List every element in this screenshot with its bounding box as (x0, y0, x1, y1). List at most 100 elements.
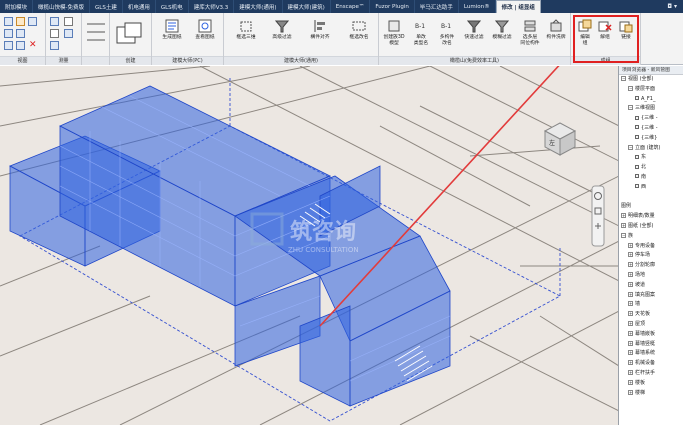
measure-tool-icon[interactable] (64, 29, 73, 38)
align-elements-button[interactable]: 構件对齐 (304, 18, 336, 41)
measure-tool-icon[interactable] (50, 17, 59, 26)
ribbon-tab[interactable]: 附加模块 (0, 0, 34, 13)
expand-icon[interactable]: + (628, 369, 633, 375)
browser-tree-item[interactable]: + 幕墙嵌板 (619, 330, 683, 340)
browser-tree-item[interactable]: + 坡道 (619, 281, 683, 291)
measure-tool-icon[interactable] (64, 17, 73, 26)
view-tool-icon[interactable] (16, 41, 25, 50)
ribbon-tab[interactable]: 建模大师(通用) (234, 0, 283, 13)
expand-icon[interactable]: + (628, 379, 633, 385)
box-select-3d-button[interactable]: 框选三维 (230, 18, 262, 41)
3d-viewport[interactable]: 左 筑咨询 ZHU CONSULTATION (0, 66, 619, 425)
measure-tool-icon[interactable] (50, 41, 59, 50)
ribbon-tab[interactable]: 橄榄山快模-免费版 (33, 0, 91, 13)
browser-tree-item[interactable]: + 幕墙系统 (619, 349, 683, 359)
expand-icon[interactable]: + (628, 262, 633, 268)
rename-type-button[interactable]: B-1 单改 类型名 (409, 18, 433, 47)
collapse-icon[interactable]: − (628, 105, 633, 111)
browser-tree-item[interactable]: {三维 - (619, 114, 683, 124)
ribbon-tab[interactable]: GLS土建 (90, 0, 123, 13)
box-rename-button[interactable]: 框选改名 (342, 18, 376, 41)
view-tool-icon[interactable] (16, 29, 25, 38)
ribbon-tab[interactable]: GLS机电 (156, 0, 189, 13)
ribbon-tab[interactable]: 修改 | 组显组 (495, 0, 541, 13)
ribbon-tab[interactable]: 建模大师(建筑) (283, 0, 331, 13)
expand-icon[interactable]: + (628, 311, 633, 317)
browser-tree-item[interactable]: + 停车场 (619, 251, 683, 261)
browser-tree-item[interactable]: + 专用设备 (619, 242, 683, 252)
ribbon-tab[interactable]: 毕马汇达助手 (415, 0, 459, 13)
ribbon-tab[interactable]: Enscape™ (331, 0, 371, 13)
expand-icon[interactable]: + (628, 320, 633, 326)
browser-tree-item[interactable]: − 视图 (全部) (619, 75, 683, 85)
ribbon-tab[interactable]: Fuzor Plugin (370, 0, 415, 13)
dimension-icon[interactable] (86, 19, 106, 45)
browser-tree-item[interactable]: + 填充图案 (619, 291, 683, 301)
ribbon-tab[interactable]: Lumion® (459, 0, 496, 13)
advanced-filter-button[interactable]: 高级过滤 (266, 18, 298, 41)
view-tool-icon[interactable] (16, 17, 25, 26)
collapse-icon[interactable]: − (621, 76, 626, 81)
browser-tree-item[interactable]: 北 (619, 163, 683, 173)
expand-icon[interactable]: + (621, 222, 626, 228)
browser-tree-item[interactable]: + 分割轮廓 (619, 261, 683, 271)
browser-tree-item[interactable]: 东 (619, 153, 683, 163)
view-tool-icon[interactable] (4, 41, 13, 50)
expand-icon[interactable]: + (628, 271, 633, 277)
multi-rename-button[interactable]: B-1 多构件 改名 (435, 18, 459, 47)
shuffle-elements-button[interactable]: 构件洗牌 (543, 18, 569, 41)
browser-tree-item[interactable]: + 墙 (619, 300, 683, 310)
browser-tree-item[interactable]: + 楼板 (619, 379, 683, 389)
ribbon-tab[interactable]: 建库大师V3.3 (189, 0, 235, 13)
view-tool-icon[interactable] (28, 17, 37, 26)
browser-tree-item[interactable]: {三维 - (619, 124, 683, 134)
browser-tree-item[interactable]: − 三维视图 (619, 104, 683, 114)
browser-tree-item[interactable]: + 栏杆扶手 (619, 369, 683, 379)
create-group-icon[interactable] (115, 21, 145, 47)
building-model-3d[interactable]: 左 筑咨询 ZHU CONSULTATION (0, 66, 619, 425)
collapse-icon[interactable]: − (628, 144, 633, 150)
select-multi-floor-button[interactable]: 选多层 同位构件 (517, 18, 543, 47)
expand-icon[interactable]: + (628, 281, 633, 287)
ribbon-minimize-icon[interactable]: ◘ ▾ (661, 0, 683, 13)
browser-tree-item[interactable]: + 屋顶 (619, 320, 683, 330)
browser-tree-item[interactable]: {三维} (619, 134, 683, 144)
browser-tree-item[interactable]: − 族 (619, 232, 683, 242)
expand-icon[interactable]: + (628, 242, 633, 248)
browser-tree-item[interactable] (619, 193, 683, 203)
browser-tree-item[interactable]: + 机械设备 (619, 359, 683, 369)
browser-tree-item[interactable]: + 明细表/数量 (619, 212, 683, 222)
browser-tree-item[interactable]: 图例 (619, 202, 683, 212)
fuzzy-filter-button[interactable]: 模糊过滤 (489, 18, 515, 41)
generate-drawing-button[interactable]: 生成图纸 (158, 18, 186, 41)
expand-icon[interactable]: + (628, 389, 633, 395)
browser-tree-item[interactable]: + 场地 (619, 271, 683, 281)
browser-tree-item[interactable]: A_F1_ (619, 95, 683, 105)
view-tool-icon[interactable] (4, 29, 13, 38)
expand-icon[interactable]: + (628, 252, 633, 258)
quick-filter-button[interactable]: 快速过滤 (461, 18, 487, 41)
browser-tree-item[interactable]: − 楼层平面 (619, 85, 683, 95)
collapse-icon[interactable]: − (628, 85, 633, 91)
expand-icon[interactable]: + (628, 340, 633, 346)
expand-icon[interactable]: + (628, 330, 633, 336)
delete-icon[interactable]: ✕ (29, 40, 37, 50)
collapse-icon[interactable]: − (621, 232, 626, 238)
browser-tree-item[interactable]: + 天花板 (619, 310, 683, 320)
create-3d-model-button[interactable]: 创建族3D 模型 (381, 18, 407, 47)
expand-icon[interactable]: + (628, 301, 633, 307)
expand-icon[interactable]: + (628, 291, 633, 297)
expand-icon[interactable]: + (628, 350, 633, 356)
view-drawing-button[interactable]: 查看图纸 (190, 18, 220, 41)
ribbon-tab[interactable]: 机电通用 (123, 0, 156, 13)
browser-tree-item[interactable]: + 楼梯 (619, 389, 683, 399)
browser-tree-item[interactable]: 南 (619, 173, 683, 183)
browser-tree-item[interactable]: + 幕墙竖梃 (619, 340, 683, 350)
browser-tree-item[interactable]: + 图纸 (全部) (619, 222, 683, 232)
browser-tree-item[interactable]: − 立面 (建筑) (619, 144, 683, 154)
expand-icon[interactable]: + (621, 213, 626, 219)
measure-tool-icon[interactable] (50, 29, 59, 38)
view-tool-icon[interactable] (4, 17, 13, 26)
expand-icon[interactable]: + (628, 360, 633, 366)
browser-tree-item[interactable]: 西 (619, 183, 683, 193)
